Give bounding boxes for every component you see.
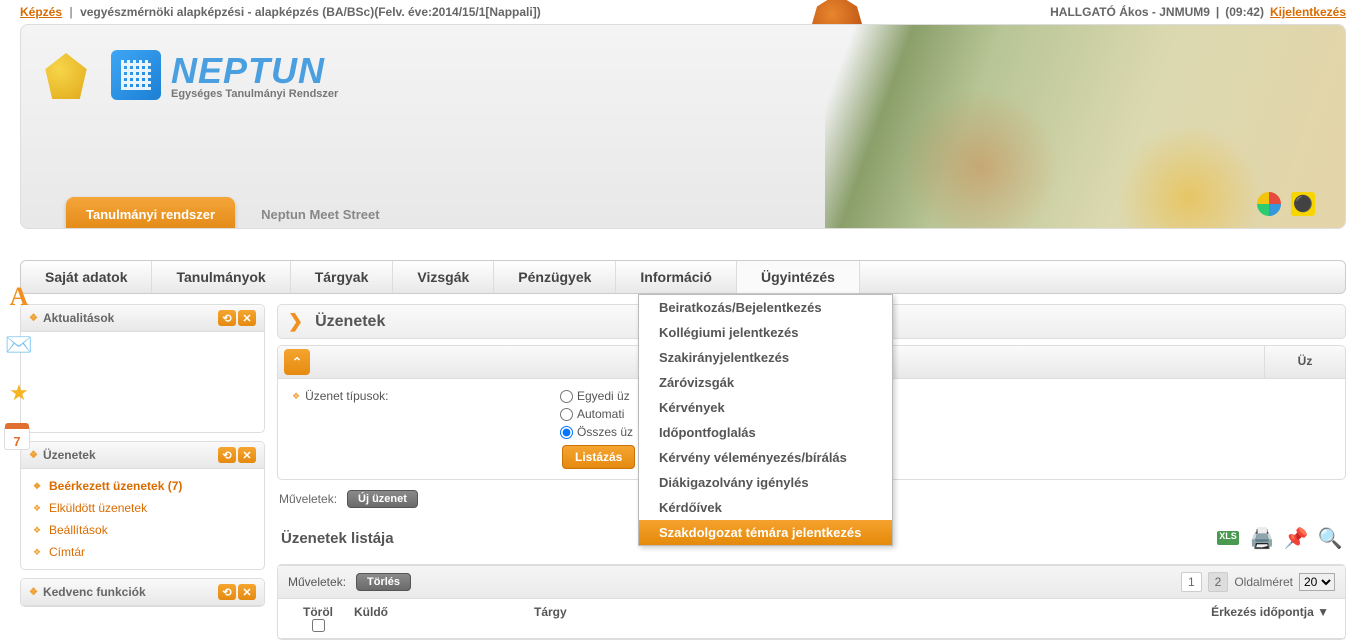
new-message-button[interactable]: Új üzenet bbox=[347, 490, 418, 508]
menu-info[interactable]: Információ bbox=[616, 261, 737, 293]
list-title: Üzenetek listája bbox=[281, 530, 394, 547]
col-date[interactable]: Érkezés időpontja ▼ bbox=[1155, 603, 1335, 634]
table-header: Töröl Küldő Tárgy Érkezés időpontja ▼ bbox=[278, 599, 1345, 639]
delete-button[interactable]: Törlés bbox=[356, 573, 411, 591]
operations-label: Műveletek: bbox=[279, 492, 337, 506]
collapse-toggle-icon[interactable]: ⌃ bbox=[284, 349, 310, 375]
menu-finances[interactable]: Pénzügyek bbox=[494, 261, 616, 293]
panel-close-icon[interactable]: ✕ bbox=[238, 310, 256, 326]
panel-messages: Üzenetek ⟲ ✕ Beérkezett üzenetek (7) Elk… bbox=[20, 441, 265, 570]
dd-questionnaires[interactable]: Kérdőívek bbox=[639, 495, 892, 520]
tab-study-system[interactable]: Tanulmányi rendszer bbox=[66, 197, 235, 229]
page-title: Üzenetek bbox=[315, 313, 385, 331]
panel-favorites: Kedvenc funkciók ⟲ ✕ bbox=[20, 578, 265, 607]
link-sent[interactable]: Elküldött üzenetek bbox=[31, 497, 254, 519]
clock: (09:42) bbox=[1225, 5, 1264, 19]
dd-thesis-application[interactable]: Szakdolgozat témára jelentkezés bbox=[639, 520, 892, 545]
main-menu: Saját adatok Tanulmányok Tárgyak Vizsgák… bbox=[20, 260, 1346, 294]
top-bar: Képzés | vegyészmérnöki alapképzési - al… bbox=[0, 0, 1366, 24]
dd-enrollment[interactable]: Beiratkozás/Bejelentkezés bbox=[639, 295, 892, 320]
panel-news-title: Aktualitások bbox=[29, 311, 114, 325]
panel-refresh-icon[interactable]: ⟲ bbox=[218, 310, 236, 326]
col-delete: Töröl bbox=[288, 603, 348, 634]
link-directory[interactable]: Címtár bbox=[31, 541, 254, 563]
main-tabs: Tanulmányi rendszer Neptun Meet Street bbox=[66, 197, 400, 229]
training-link[interactable]: Képzés bbox=[20, 5, 62, 19]
message-types-label: Üzenet típusok: bbox=[292, 389, 552, 403]
panel-fav-title: Kedvenc funkciók bbox=[29, 585, 146, 599]
logo-subtitle: Egységes Tanulmányi Rendszer bbox=[171, 88, 338, 100]
dd-specialization[interactable]: Szakirányjelentkezés bbox=[639, 345, 892, 370]
page-size-label: Oldalméret bbox=[1234, 575, 1293, 589]
panel-refresh-icon[interactable]: ⟲ bbox=[218, 584, 236, 600]
panel-close-icon[interactable]: ✕ bbox=[238, 447, 256, 463]
filter-header-label2: Üz bbox=[1265, 346, 1345, 378]
tab-meet-street[interactable]: Neptun Meet Street bbox=[241, 197, 399, 229]
page-2[interactable]: 2 bbox=[1208, 572, 1229, 592]
list-button[interactable]: Listázás bbox=[562, 445, 635, 469]
col-subject[interactable]: Tárgy bbox=[528, 603, 1155, 634]
user-name: HALLGATÓ Ákos - JNMUM9 bbox=[1050, 5, 1210, 19]
logo-icon bbox=[111, 50, 161, 100]
separator: | bbox=[1216, 5, 1219, 19]
dd-requests[interactable]: Kérvények bbox=[639, 395, 892, 420]
side-icon-strip: A ✉️ ★ 7 bbox=[4, 282, 34, 450]
logo-text: NEPTUN bbox=[171, 50, 338, 92]
accessibility-icon[interactable]: ⚫ bbox=[1291, 192, 1315, 216]
dd-appointment[interactable]: Időpontfoglalás bbox=[639, 420, 892, 445]
panel-refresh-icon[interactable]: ⟲ bbox=[218, 447, 236, 463]
yellow-leaf-decor bbox=[43, 53, 89, 99]
calendar-icon[interactable]: 7 bbox=[4, 426, 30, 450]
menu-administration[interactable]: Ügyintézés bbox=[737, 261, 860, 293]
menu-own-data[interactable]: Saját adatok bbox=[21, 261, 152, 293]
logout-link[interactable]: Kijelentkezés bbox=[1270, 5, 1346, 19]
menu-exams[interactable]: Vizsgák bbox=[393, 261, 494, 293]
dd-student-card[interactable]: Diákigazolvány igénylés bbox=[639, 470, 892, 495]
mail-icon[interactable]: ✉️ bbox=[4, 330, 34, 360]
select-all-checkbox[interactable] bbox=[312, 619, 325, 632]
breadcrumb: Képzés | vegyészmérnöki alapképzési - al… bbox=[20, 5, 541, 19]
link-settings[interactable]: Beállítások bbox=[31, 519, 254, 541]
page-size-select[interactable]: 20 bbox=[1299, 573, 1335, 591]
menu-studies[interactable]: Tanulmányok bbox=[152, 261, 290, 293]
chevron-right-icon: ❯ bbox=[288, 311, 303, 332]
operations-label: Műveletek: bbox=[288, 575, 346, 589]
pin-icon[interactable]: 📌 bbox=[1284, 526, 1308, 550]
dd-dormitory[interactable]: Kollégiumi jelentkezés bbox=[639, 320, 892, 345]
panel-close-icon[interactable]: ✕ bbox=[238, 584, 256, 600]
panel-messages-title: Üzenetek bbox=[29, 448, 96, 462]
breadcrumb-text: vegyészmérnöki alapképzési - alapképzés … bbox=[80, 5, 541, 19]
radio-custom[interactable]: Egyedi üz bbox=[560, 389, 633, 403]
link-inbox[interactable]: Beérkezett üzenetek (7) bbox=[31, 475, 254, 497]
dd-final-exams[interactable]: Záróvizsgák bbox=[639, 370, 892, 395]
banner: NEPTUN Egységes Tanulmányi Rendszer ⚫ Ta… bbox=[20, 24, 1346, 229]
logo: NEPTUN Egységes Tanulmányi Rendszer bbox=[111, 50, 338, 100]
panel-news: Aktualitások ⟲ ✕ bbox=[20, 304, 265, 433]
dd-request-review[interactable]: Kérvény véleményezés/bírálás bbox=[639, 445, 892, 470]
pagination: 1 2 Oldalméret 20 bbox=[1181, 572, 1335, 592]
search-icon[interactable]: 🔍 bbox=[1318, 526, 1342, 550]
col-sender[interactable]: Küldő bbox=[348, 603, 528, 634]
list-panel: Műveletek: Törlés 1 2 Oldalméret 20 Törö… bbox=[277, 564, 1346, 640]
news-icon[interactable]: A bbox=[4, 282, 34, 312]
administration-dropdown: Beiratkozás/Bejelentkezés Kollégiumi jel… bbox=[638, 294, 893, 546]
menu-subjects[interactable]: Tárgyak bbox=[291, 261, 394, 293]
radio-all[interactable]: Összes üz bbox=[560, 425, 633, 439]
separator: | bbox=[69, 5, 72, 19]
star-icon[interactable]: ★ bbox=[4, 378, 34, 408]
print-icon[interactable]: 🖨️ bbox=[1250, 526, 1274, 550]
page-1[interactable]: 1 bbox=[1181, 572, 1202, 592]
theme-picker-icon[interactable] bbox=[1257, 192, 1281, 216]
message-type-radios: Egyedi üz Automati Összes üz bbox=[560, 389, 633, 439]
export-xls-icon[interactable]: XLS bbox=[1216, 526, 1240, 550]
radio-auto[interactable]: Automati bbox=[560, 407, 633, 421]
